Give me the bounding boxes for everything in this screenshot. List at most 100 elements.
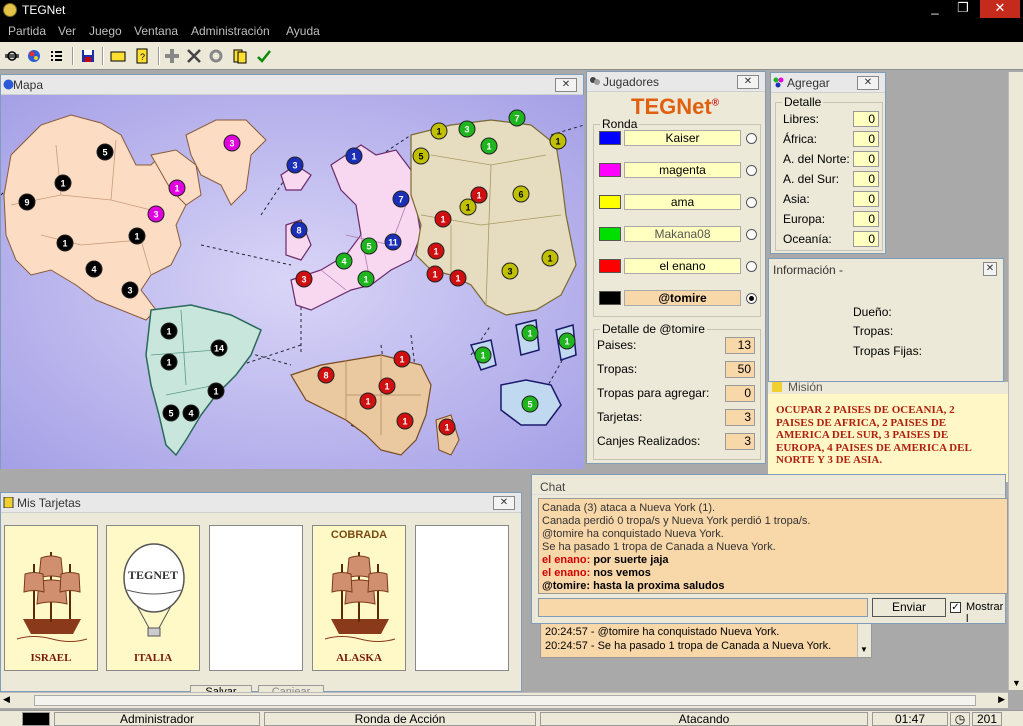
army-marker[interactable]: 3: [501, 262, 519, 280]
maximize-button[interactable]: ❐: [948, 0, 978, 18]
army-marker[interactable]: 1: [449, 269, 467, 287]
army-marker[interactable]: 1: [207, 382, 225, 400]
army-marker[interactable]: 9: [18, 193, 36, 211]
connect-icon[interactable]: [2, 46, 22, 66]
army-count: 3: [127, 286, 132, 296]
close-button[interactable]: ✕: [980, 0, 1020, 18]
settings-icon[interactable]: [206, 46, 226, 66]
army-marker[interactable]: 1: [378, 377, 396, 395]
army-marker[interactable]: 5: [162, 404, 180, 422]
army-marker[interactable]: 4: [335, 252, 353, 270]
army-marker[interactable]: 11: [384, 233, 402, 251]
army-marker[interactable]: 1: [345, 147, 363, 165]
army-marker[interactable]: 1: [438, 418, 456, 436]
globe-icon[interactable]: [24, 46, 44, 66]
save-icon[interactable]: [78, 46, 98, 66]
map-close-button[interactable]: ✕: [555, 78, 577, 92]
army-marker[interactable]: 1: [521, 324, 539, 342]
army-marker[interactable]: 14: [210, 339, 228, 357]
main-horizontal-scrollbar[interactable]: ◀ ▶: [0, 692, 1008, 708]
done-icon[interactable]: [254, 46, 274, 66]
territory-card[interactable]: COBRADA ALASKA: [312, 525, 406, 671]
minimize-button[interactable]: _: [920, 0, 950, 18]
army-count: 9: [24, 198, 29, 208]
army-marker[interactable]: 3: [286, 156, 304, 174]
army-marker[interactable]: 3: [458, 120, 476, 138]
scroll-left-icon[interactable]: ◀: [3, 694, 10, 705]
player-radio[interactable]: [746, 197, 757, 208]
scroll-thumb[interactable]: [34, 695, 976, 706]
army-marker[interactable]: 4: [85, 260, 103, 278]
menu-juego[interactable]: Juego: [89, 24, 122, 38]
menu-ver[interactable]: Ver: [58, 24, 76, 38]
main-vertical-scrollbar[interactable]: ▼: [1008, 72, 1023, 690]
scroll-down-icon[interactable]: ▼: [860, 645, 868, 654]
army-marker[interactable]: 1: [541, 249, 559, 267]
army-marker[interactable]: 1: [357, 270, 375, 288]
cards-close-button[interactable]: ✕: [493, 496, 515, 510]
player-radio[interactable]: [746, 133, 757, 144]
army-marker[interactable]: 7: [392, 190, 410, 208]
regroup-icon[interactable]: [230, 46, 250, 66]
army-marker[interactable]: 1: [470, 186, 488, 204]
army-marker[interactable]: 1: [359, 392, 377, 410]
army-marker[interactable]: 1: [128, 227, 146, 245]
army-marker[interactable]: 8: [317, 366, 335, 384]
army-marker[interactable]: 1: [396, 412, 414, 430]
cards-icon[interactable]: ?: [132, 46, 152, 66]
army-marker[interactable]: 5: [360, 237, 378, 255]
army-marker[interactable]: 1: [54, 174, 72, 192]
attack-icon[interactable]: [184, 46, 204, 66]
army-marker[interactable]: 1: [430, 122, 448, 140]
territory-card[interactable]: [415, 525, 509, 671]
army-marker[interactable]: 1: [56, 234, 74, 252]
send-button[interactable]: Enviar: [872, 598, 946, 617]
list-icon[interactable]: [46, 46, 66, 66]
army-marker[interactable]: 1: [434, 210, 452, 228]
chat-input[interactable]: [538, 598, 868, 617]
card-icon[interactable]: [108, 46, 128, 66]
territory-card[interactable]: ISRAEL: [4, 525, 98, 671]
menu-ayuda[interactable]: Ayuda: [286, 24, 320, 38]
army-marker[interactable]: 4: [182, 404, 200, 422]
add-icon[interactable]: [162, 46, 182, 66]
scroll-right-icon[interactable]: ▶: [998, 694, 1005, 705]
territory-card[interactable]: [209, 525, 303, 671]
army-marker[interactable]: 5: [412, 147, 430, 165]
territory-card[interactable]: TEGNET ITALIA: [106, 525, 200, 671]
agregar-close-button[interactable]: ✕: [857, 76, 879, 90]
army-marker[interactable]: 6: [512, 185, 530, 203]
players-close-button[interactable]: ✕: [737, 75, 759, 89]
army-marker[interactable]: 1: [426, 265, 444, 283]
info-close-button[interactable]: ✕: [983, 262, 997, 276]
army-marker[interactable]: 1: [160, 353, 178, 371]
log-scrollbar[interactable]: ▼: [857, 623, 871, 657]
player-radio[interactable]: [746, 261, 757, 272]
army-marker[interactable]: 3: [223, 134, 241, 152]
army-marker[interactable]: 1: [474, 346, 492, 364]
scroll-down-icon[interactable]: ▼: [1012, 678, 1021, 688]
cards-window-icon: [3, 497, 14, 508]
menu-administracion[interactable]: Administración: [191, 24, 270, 38]
player-radio[interactable]: [746, 293, 757, 304]
army-marker[interactable]: 1: [427, 242, 445, 260]
army-marker[interactable]: 1: [160, 322, 178, 340]
player-radio[interactable]: [746, 165, 757, 176]
army-marker[interactable]: 5: [521, 395, 539, 413]
army-marker[interactable]: 3: [121, 281, 139, 299]
player-radio[interactable]: [746, 229, 757, 240]
army-marker[interactable]: 5: [96, 143, 114, 161]
army-marker[interactable]: 3: [147, 205, 165, 223]
menu-ventana[interactable]: Ventana: [134, 24, 178, 38]
show-checkbox[interactable]: ✓: [950, 602, 961, 613]
army-marker[interactable]: 1: [393, 350, 411, 368]
army-marker[interactable]: 1: [168, 179, 186, 197]
army-marker[interactable]: 1: [558, 332, 576, 350]
army-marker[interactable]: 1: [549, 132, 567, 150]
army-marker[interactable]: 3: [295, 270, 313, 288]
menu-partida[interactable]: Partida: [8, 24, 46, 38]
army-marker[interactable]: 1: [480, 137, 498, 155]
army-marker[interactable]: 8: [290, 221, 308, 239]
army-marker[interactable]: 7: [508, 109, 526, 127]
world-map[interactable]: 5311931143318751143111111137511161311141…: [1, 95, 584, 469]
